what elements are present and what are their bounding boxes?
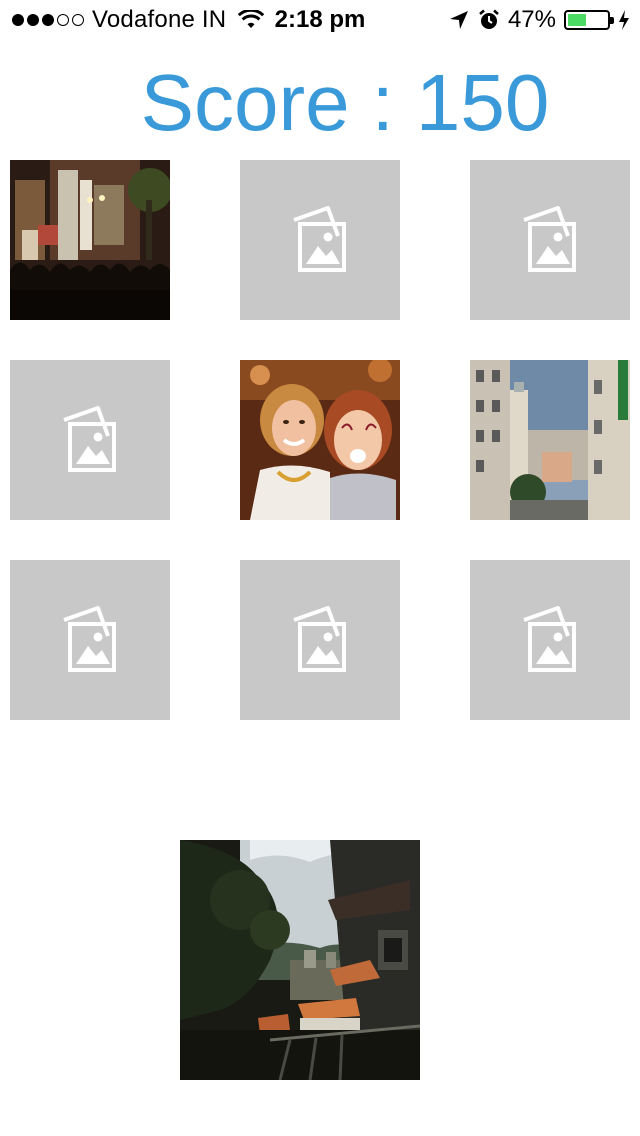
battery-icon: [564, 10, 614, 30]
score-separator: :: [371, 58, 394, 147]
location-arrow-icon: [449, 11, 468, 29]
image-placeholder-icon: [523, 206, 576, 272]
two-women-face-paint-photo: [240, 360, 400, 520]
grid-tile-9[interactable]: [470, 560, 630, 720]
image-placeholder-icon: [293, 206, 346, 272]
grid-tile-4[interactable]: [10, 360, 170, 520]
paris-street-photo: [470, 360, 630, 520]
score-label: Score: [140, 58, 350, 147]
grid-tile-1[interactable]: [10, 160, 170, 320]
image-placeholder-icon: [63, 406, 116, 472]
status-right: 47%: [448, 6, 630, 34]
grid-tile-2[interactable]: [240, 160, 400, 320]
image-placeholder-icon: [293, 606, 346, 672]
temple-hillside-view-photo: [180, 840, 420, 1080]
image-placeholder-icon: [523, 606, 576, 672]
grid-tile-7[interactable]: [10, 560, 170, 720]
grid-tile-6[interactable]: [470, 360, 630, 520]
concert-stage-photo: [10, 160, 170, 320]
status-bar: Vodafone IN 2:18 pm 47%: [0, 0, 640, 40]
alarm-clock-icon: [479, 9, 499, 29]
score-value: 150: [415, 58, 550, 147]
battery-percent: 47%: [507, 6, 556, 33]
score-display: Score : 150: [0, 58, 640, 148]
image-placeholder-icon: [63, 606, 116, 672]
charging-bolt-icon: [619, 10, 629, 30]
battery-fill: [568, 14, 586, 26]
target-image: [180, 840, 420, 1080]
grid-tile-5[interactable]: [240, 360, 400, 520]
grid-tile-8[interactable]: [240, 560, 400, 720]
grid-tile-3[interactable]: [470, 160, 630, 320]
